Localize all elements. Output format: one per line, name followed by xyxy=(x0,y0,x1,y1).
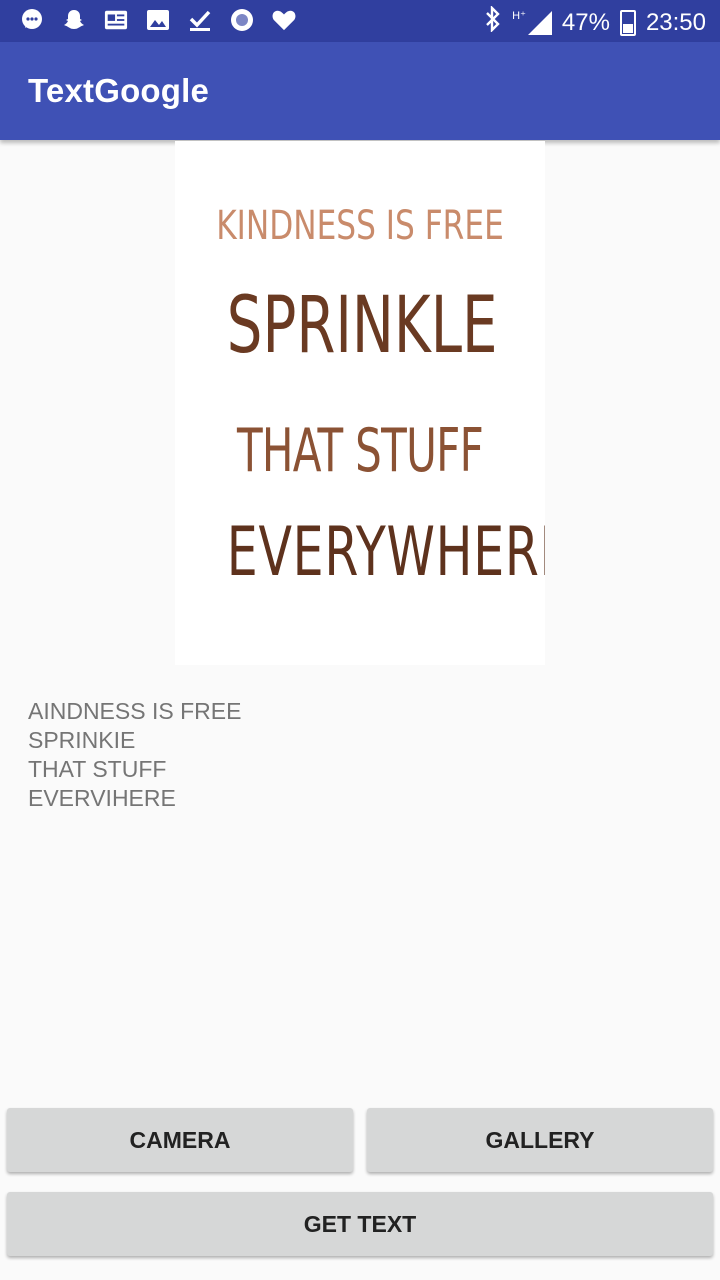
poster-line-2: Sprinkle xyxy=(226,281,498,371)
get-text-button[interactable]: GET TEXT xyxy=(7,1192,713,1256)
recognized-text-line: AINDNESS IS FREE xyxy=(28,698,242,724)
image-icon xyxy=(146,8,170,32)
snapchat-icon xyxy=(62,8,86,32)
poster-line-1: Kindness is free xyxy=(216,203,504,249)
news-icon xyxy=(104,8,128,32)
status-right: H⁺ 47% 23:50 xyxy=(484,5,706,39)
clock: 23:50 xyxy=(645,8,706,36)
camera-button[interactable]: CAMERA xyxy=(7,1108,353,1172)
status-bar: H⁺ 47% 23:50 xyxy=(0,0,720,42)
battery-icon xyxy=(619,9,636,36)
heart-icon xyxy=(272,8,296,32)
recognized-text: AINDNESS IS FREE SPRINKIE THAT STUFF EVE… xyxy=(28,697,241,813)
app-bar: TextGoogle xyxy=(0,42,720,140)
gallery-button[interactable]: GALLERY xyxy=(367,1108,713,1172)
recognized-text-line: SPRINKIE xyxy=(28,727,136,753)
checkmark-icon xyxy=(188,8,212,32)
app-title: TextGoogle xyxy=(28,72,210,109)
recognized-text-line: THAT STUFF xyxy=(28,756,167,782)
chat-icon xyxy=(20,8,44,32)
recognized-text-line: EVERVIHERE xyxy=(28,785,176,811)
poster-line-3: That stuff xyxy=(236,416,484,486)
bluetooth-icon xyxy=(484,5,502,39)
notification-icons xyxy=(20,8,296,32)
selected-image: Kindness is free Sprinkle That stuff Eve… xyxy=(175,141,545,665)
circle-icon xyxy=(230,8,254,32)
signal-icon: H⁺ xyxy=(512,10,552,35)
poster-line-4: Everywhere xyxy=(226,513,545,592)
battery-percent: 47% xyxy=(561,8,610,36)
